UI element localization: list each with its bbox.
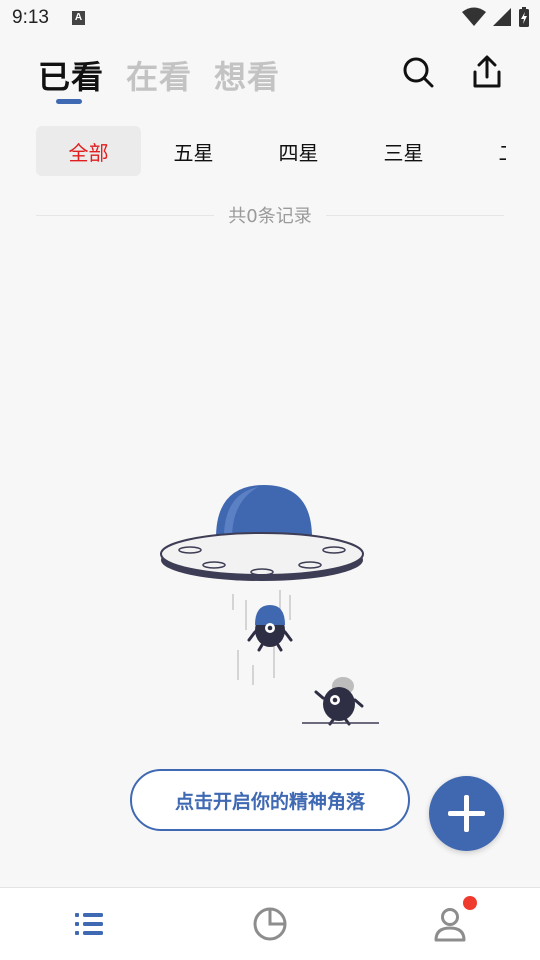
nav-statistics[interactable] [180,888,360,960]
wifi-icon [462,7,486,26]
search-icon [403,57,434,88]
start-button[interactable]: 点击开启你的精神角落 [130,769,410,831]
tab-watched[interactable]: 已看 [38,52,104,98]
filter-three-star[interactable]: 三星 [351,126,456,176]
divider-right [325,214,505,216]
notification-badge [463,896,477,910]
divider-left [36,214,215,216]
tab-watching[interactable]: 在看 [126,52,192,98]
search-button[interactable] [398,52,438,92]
rating-filter-bar: 全部 五星 四星 三星 二 [36,126,506,176]
ufo-illustration [160,485,379,726]
top-tabs: 已看 在看 想看 [38,52,280,98]
status-icons [462,6,530,28]
record-count: 共0条记录 [228,206,312,227]
battery-icon [519,7,529,27]
share-icon [473,55,501,88]
share-button[interactable] [467,52,507,92]
status-time: 9:13 [12,7,49,28]
tab-indicator [56,99,82,104]
pie-chart-icon [253,907,287,941]
bottom-navigation [0,887,540,960]
nav-list[interactable] [0,888,180,960]
filter-all[interactable]: 全部 [36,126,141,176]
add-button[interactable] [429,776,504,851]
nav-profile[interactable] [360,888,540,960]
filter-two-star[interactable]: 二 [456,126,507,176]
list-icon [75,913,103,935]
filter-five-star[interactable]: 五星 [141,126,246,176]
status-bar: 9:13 A [0,0,540,36]
filter-four-star[interactable]: 四星 [246,126,351,176]
signal-icon [493,8,511,26]
record-count-row: 共0条记录 [36,201,505,229]
notification-icon: A [72,11,85,25]
tab-want-to-watch[interactable]: 想看 [214,52,280,98]
profile-icon [434,908,466,942]
